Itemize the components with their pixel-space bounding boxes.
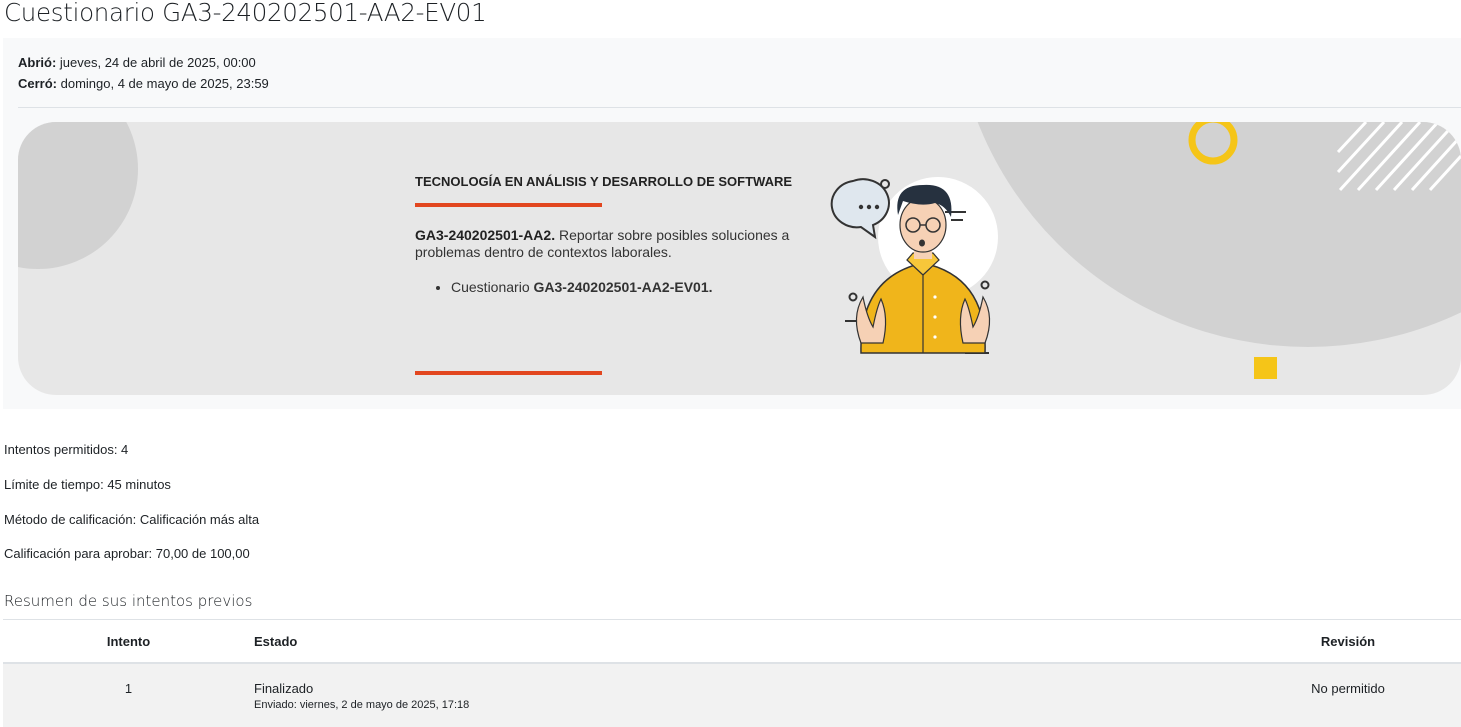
passing-grade: Calificación para aprobar: 70,00 de 100,… (4, 546, 250, 561)
banner-list-item: Cuestionario GA3-240202501-AA2-EV01. (451, 279, 795, 295)
attempt-status: Finalizado (254, 681, 314, 696)
orange-divider-top (415, 203, 602, 207)
banner-description: GA3-240202501-AA2. Reportar sobre posibl… (415, 227, 795, 261)
closed-label: Cerró: (18, 76, 58, 91)
opened-date: Abrió: jueves, 24 de abril de 2025, 00:0… (18, 55, 256, 70)
grading-method: Método de calificación: Calificación más… (4, 512, 260, 527)
divider (18, 107, 1461, 108)
banner-content: TECNOLOGÍA EN ANÁLISIS Y DESARROLLO DE S… (415, 174, 795, 375)
column-header-review: Revisión (1235, 619, 1461, 664)
person-illustration (830, 177, 998, 354)
banner-list-prefix: Cuestionario (451, 279, 534, 295)
attempt-number: 1 (3, 663, 254, 727)
table-header-row: Intento Estado Revisión (3, 619, 1461, 664)
attempts-summary-heading: Resumen de sus intentos previos (4, 592, 253, 610)
banner-desc-code: GA3-240202501-AA2. (415, 227, 556, 243)
intro-banner: TECNOLOGÍA EN ANÁLISIS Y DESARROLLO DE S… (18, 122, 1461, 395)
attempts-summary-table: Intento Estado Revisión 1 Finalizado Env… (3, 619, 1461, 727)
time-limit: Límite de tiempo: 45 minutos (4, 477, 171, 492)
table-row: 1 Finalizado Enviado: viernes, 2 de mayo… (3, 663, 1461, 727)
banner-heading: TECNOLOGÍA EN ANÁLISIS Y DESARROLLO DE S… (415, 174, 793, 189)
banner-list-code: GA3-240202501-AA2-EV01. (533, 279, 713, 295)
attempt-review: No permitido (1235, 663, 1461, 727)
orange-divider-bottom (415, 371, 602, 375)
closed-date: Cerró: domingo, 4 de mayo de 2025, 23:59 (18, 76, 269, 91)
closed-value: domingo, 4 de mayo de 2025, 23:59 (57, 76, 269, 91)
opened-value: jueves, 24 de abril de 2025, 00:00 (56, 55, 256, 70)
column-header-attempt: Intento (3, 619, 254, 664)
page-title: Cuestionario GA3-240202501-AA2-EV01 (4, 0, 487, 27)
opened-label: Abrió: (18, 55, 57, 70)
attempt-submitted-date: Enviado: viernes, 2 de mayo de 2025, 17:… (254, 699, 470, 711)
banner-list: Cuestionario GA3-240202501-AA2-EV01. (415, 279, 795, 295)
column-header-status: Estado (254, 619, 1235, 664)
attempt-status-cell: Finalizado Enviado: viernes, 2 de mayo d… (254, 663, 1235, 727)
attempts-allowed: Intentos permitidos: 4 (4, 442, 129, 457)
